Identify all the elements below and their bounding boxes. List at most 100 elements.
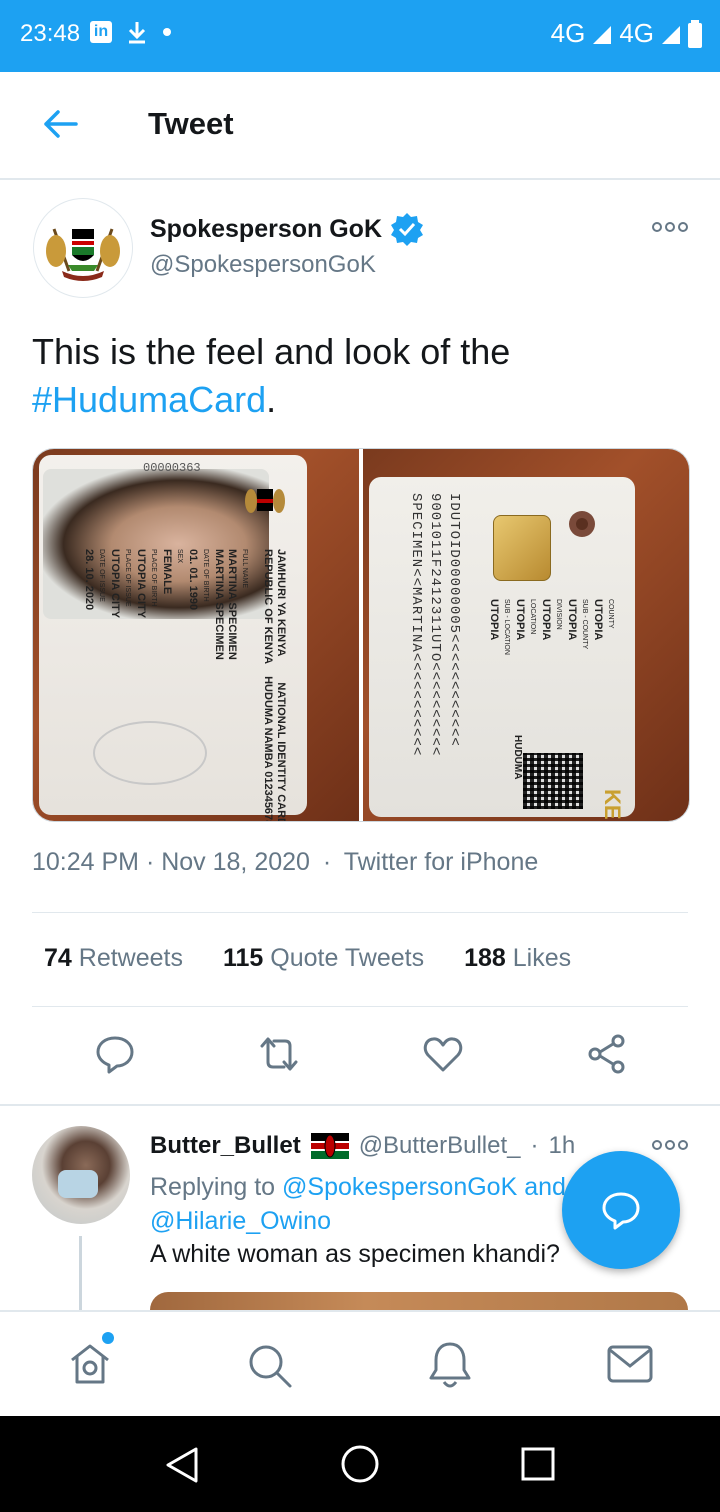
tweet-timestamp[interactable]: 10:24 PM · Nov 18, 2020 — [32, 848, 310, 876]
card-title-1: JAMHURI YA KENYA — [275, 549, 287, 657]
card-name-2: MARTINA SPECIMEN — [213, 549, 225, 660]
home-circle-icon[interactable] — [340, 1444, 380, 1484]
card-doi-label: DATE OF ISSUE — [98, 549, 105, 602]
author-handle[interactable]: @SpokespersonGoK — [150, 251, 376, 279]
recents-square-icon[interactable] — [520, 1446, 556, 1482]
compose-reply-icon — [602, 1192, 640, 1230]
tweet-meta: 10:24 PM · Nov 18, 2020 · Twitter for iP… — [32, 848, 538, 877]
author-avatar[interactable] — [33, 198, 133, 298]
replying-and: and — [517, 1173, 566, 1201]
back-sublocation: UTOPIA — [488, 599, 500, 641]
reply-dot: · — [530, 1132, 539, 1159]
card-serial: 00000363 — [143, 461, 201, 475]
divider — [32, 912, 688, 913]
card-poi: UTOPIA CITY — [109, 549, 121, 619]
tweet-text-body: This is the feel and look of the — [32, 331, 511, 372]
card-dob-label: DATE OF BIRTH — [202, 549, 209, 602]
bottom-nav — [0, 1310, 720, 1418]
tweet-source[interactable]: Twitter for iPhone — [344, 848, 539, 876]
card-title-row: JAMHURI YA KENYA NATIONAL IDENTITY CARD — [274, 549, 287, 821]
card-dob: 01. 01. 1990 — [187, 549, 199, 611]
reply-avatar[interactable] — [32, 1126, 130, 1224]
home-unread-dot — [102, 1332, 114, 1344]
card-front-photo[interactable]: 00000363 JAMHURI YA KENYA NATIONAL IDENTI… — [33, 449, 359, 821]
search-icon[interactable] — [246, 1342, 294, 1390]
section-divider — [0, 1104, 720, 1106]
header: Tweet — [0, 72, 720, 180]
status-notification-icons: in — [90, 20, 172, 44]
mask-shape — [58, 1170, 98, 1198]
back-location-label: LOCATION — [529, 599, 536, 635]
reply-media-preview[interactable] — [150, 1292, 688, 1310]
retweets-stat[interactable]: 74 Retweets — [44, 944, 183, 973]
back-division-label: DIVISION — [555, 599, 562, 630]
meta-separator: · — [322, 848, 332, 876]
card-front-text: JAMHURI YA KENYA NATIONAL IDENTITY CARD R… — [33, 549, 287, 821]
card-mrz: IDUTOID00000005<<<<<<<<<<<< 9001011F2412… — [393, 493, 463, 821]
back-subcounty-label: SUB - COUNTY — [581, 599, 588, 650]
card-title-3: NATIONAL IDENTITY CARD — [275, 682, 287, 821]
card-title-4: HUDUMA NAMBA 0123456789 — [262, 676, 274, 821]
coat-of-arms-icon — [46, 228, 120, 281]
reply-author-handle[interactable]: @ButterBullet_ — [359, 1132, 521, 1160]
card-doi: 28. 10. 2020 — [83, 549, 95, 611]
verified-badge-icon — [391, 213, 423, 246]
likes-stat[interactable]: 188 Likes — [464, 944, 571, 973]
reply-header: Butter_Bullet @ButterBullet_ · 1h — [150, 1132, 575, 1160]
card-pob-label: PLACE OF BIRTH — [150, 549, 157, 607]
reply-text: A white woman as specimen khandi? — [150, 1240, 560, 1268]
kenya-flag-icon — [310, 1133, 349, 1159]
hashtag-link[interactable]: #HudumaCard — [32, 379, 266, 420]
card-subtitle-row: REPUBLIC OF KENYA HUDUMA NAMBA 0123456789 — [261, 549, 274, 821]
messages-icon[interactable] — [606, 1344, 654, 1384]
reply-author-name[interactable]: Butter_Bullet — [150, 1132, 301, 1160]
back-county: UTOPIA — [592, 599, 604, 641]
mrz-line-3: SPECIMEN<<MARTINA<<<<<<<<<<< — [408, 493, 424, 757]
network-label-2: 4G — [619, 18, 654, 48]
divider — [32, 1006, 688, 1007]
card-back-text: COUNTY UTOPIA SUB - COUNTY UTOPIA DIVISI… — [488, 599, 617, 819]
share-icon[interactable] — [587, 1034, 627, 1074]
mrz-line-1: IDUTOID00000005<<<<<<<<<<<< — [446, 493, 462, 747]
card-pob: UTOPIA CITY — [135, 549, 147, 619]
replying-to: Replying to @SpokespersonGoK and @Hilarie… — [150, 1170, 570, 1238]
signal-icon — [662, 25, 680, 44]
replying-prefix: Replying to — [150, 1173, 283, 1201]
quote-tweets-stat[interactable]: 115 Quote Tweets — [223, 944, 424, 973]
more-options-icon[interactable] — [652, 220, 688, 234]
tweet-media[interactable]: 00000363 JAMHURI YA KENYA NATIONAL IDENTI… — [32, 448, 690, 822]
linkedin-icon: in — [90, 21, 112, 43]
notifications-icon[interactable] — [426, 1340, 474, 1390]
back-arrow-icon[interactable] — [42, 108, 78, 140]
likes-label: Likes — [512, 944, 572, 972]
card-sex-label: SEX — [176, 549, 183, 564]
compose-reply-button[interactable] — [562, 1151, 680, 1269]
more-options-icon[interactable] — [652, 1138, 688, 1152]
card-poi-label: PLACE OF ISSUE — [124, 549, 131, 607]
network-label-1: 4G — [550, 18, 586, 48]
card-chip — [493, 515, 551, 581]
status-time: 23:48 — [20, 20, 81, 47]
replying-user-2[interactable]: @Hilarie_Owino — [150, 1207, 331, 1235]
mrz-line-2: 9001011F2412311UTO<<<<<<<<<< — [427, 493, 443, 757]
download-icon — [128, 22, 146, 44]
like-icon[interactable] — [423, 1034, 463, 1074]
notification-dot-icon — [163, 28, 171, 36]
back-triangle-icon[interactable] — [164, 1446, 200, 1484]
thread-line — [79, 1236, 82, 1310]
author-name[interactable]: Spokesperson GoK — [150, 215, 382, 244]
reply-icon[interactable] — [95, 1034, 135, 1074]
tweet-text: This is the feel and look of the #Huduma… — [32, 328, 682, 424]
tweet-text-end: . — [266, 379, 277, 420]
replying-user-1[interactable]: @SpokespersonGoK — [282, 1173, 517, 1201]
card-coat-of-arms-icon — [245, 489, 285, 513]
battery-icon — [688, 19, 702, 48]
retweet-icon[interactable] — [256, 1034, 302, 1074]
nav-home[interactable] — [66, 1332, 116, 1388]
card-back-photo[interactable]: KE COUNTY UTOPIA SUB - COUNTY UTOPIA DIV… — [363, 449, 689, 821]
back-county-label: COUNTY — [607, 599, 614, 629]
likes-count: 188 — [464, 944, 506, 972]
author-name-row: Spokesperson GoK — [150, 212, 424, 246]
retweets-label: Retweets — [78, 944, 183, 972]
page-title: Tweet — [148, 106, 234, 141]
